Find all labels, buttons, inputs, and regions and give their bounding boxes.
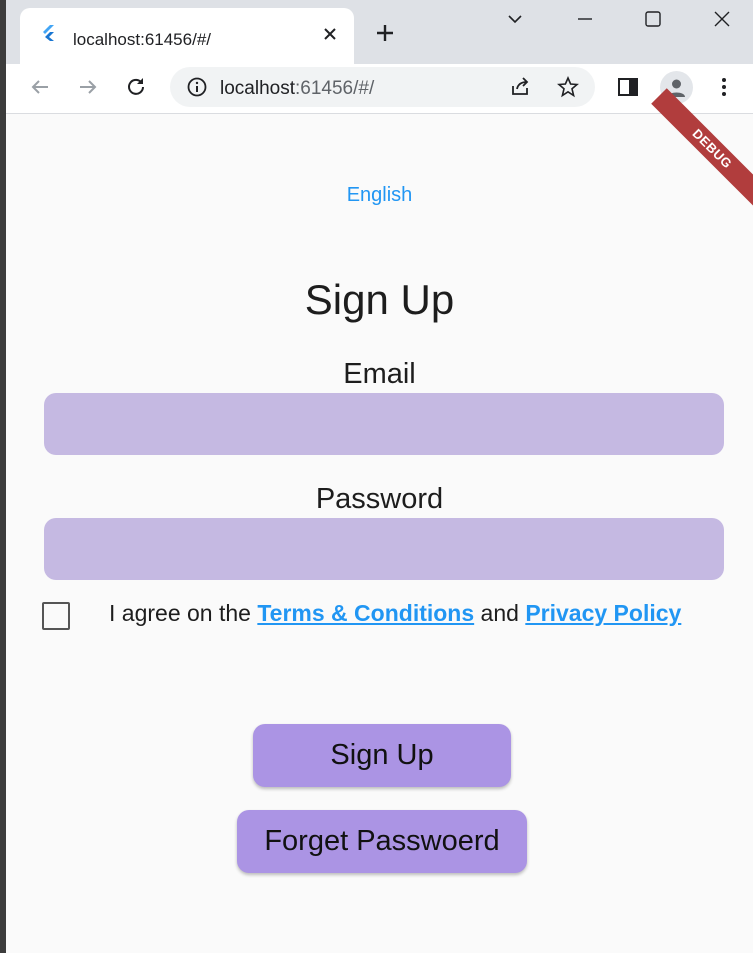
new-tab-icon[interactable] — [374, 22, 396, 44]
sign-up-button[interactable]: Sign Up — [253, 724, 511, 787]
bookmark-star-icon[interactable] — [556, 75, 580, 99]
flutter-icon — [43, 25, 54, 41]
close-window-icon[interactable] — [711, 8, 733, 30]
browser-toolbar: localhost:61456/#/ — [6, 64, 753, 114]
app-content: DEBUG English Sign Up Email Password I a… — [6, 88, 753, 953]
site-info-icon[interactable] — [185, 75, 209, 99]
tab-title: localhost:61456/#/ — [73, 30, 211, 49]
agree-and: and — [480, 600, 519, 626]
back-icon[interactable] — [28, 75, 52, 99]
terms-link[interactable]: Terms & Conditions — [257, 600, 474, 626]
language-selector[interactable]: English — [6, 184, 753, 207]
tab-strip: localhost:61456/#/ — [6, 0, 753, 64]
maximize-icon[interactable] — [642, 8, 664, 30]
url-host: localhost — [220, 78, 295, 99]
close-tab-icon[interactable] — [320, 24, 340, 44]
reload-icon[interactable] — [124, 75, 148, 99]
url-path: :61456/#/ — [295, 78, 375, 99]
page-title: Sign Up — [304, 276, 455, 323]
email-label: Email — [343, 358, 416, 390]
side-panel-icon[interactable] — [616, 75, 640, 99]
minimize-icon[interactable] — [574, 8, 596, 30]
agree-text: I agree on the Terms & Conditions and Pr… — [109, 600, 681, 627]
privacy-link[interactable]: Privacy Policy — [525, 600, 681, 626]
password-field[interactable] — [44, 518, 724, 580]
password-label: Password — [315, 483, 444, 515]
browser-tab[interactable]: localhost:61456/#/ — [20, 8, 354, 64]
forward-icon[interactable] — [76, 75, 100, 99]
agree-prefix: I agree on the — [109, 600, 251, 626]
more-menu-icon[interactable] — [712, 75, 736, 99]
agree-checkbox[interactable] — [42, 602, 70, 630]
email-field[interactable] — [44, 393, 724, 455]
address-bar[interactable]: localhost:61456/#/ — [170, 67, 595, 107]
forgot-password-button[interactable]: Forget Passwoerd — [237, 810, 527, 873]
share-icon[interactable] — [508, 75, 532, 99]
browser-window: localhost:61456/#/ localhost:61456/#/ DE… — [6, 0, 753, 953]
tab-search-icon[interactable] — [504, 8, 526, 30]
url-text[interactable]: localhost:61456/#/ — [220, 78, 374, 100]
